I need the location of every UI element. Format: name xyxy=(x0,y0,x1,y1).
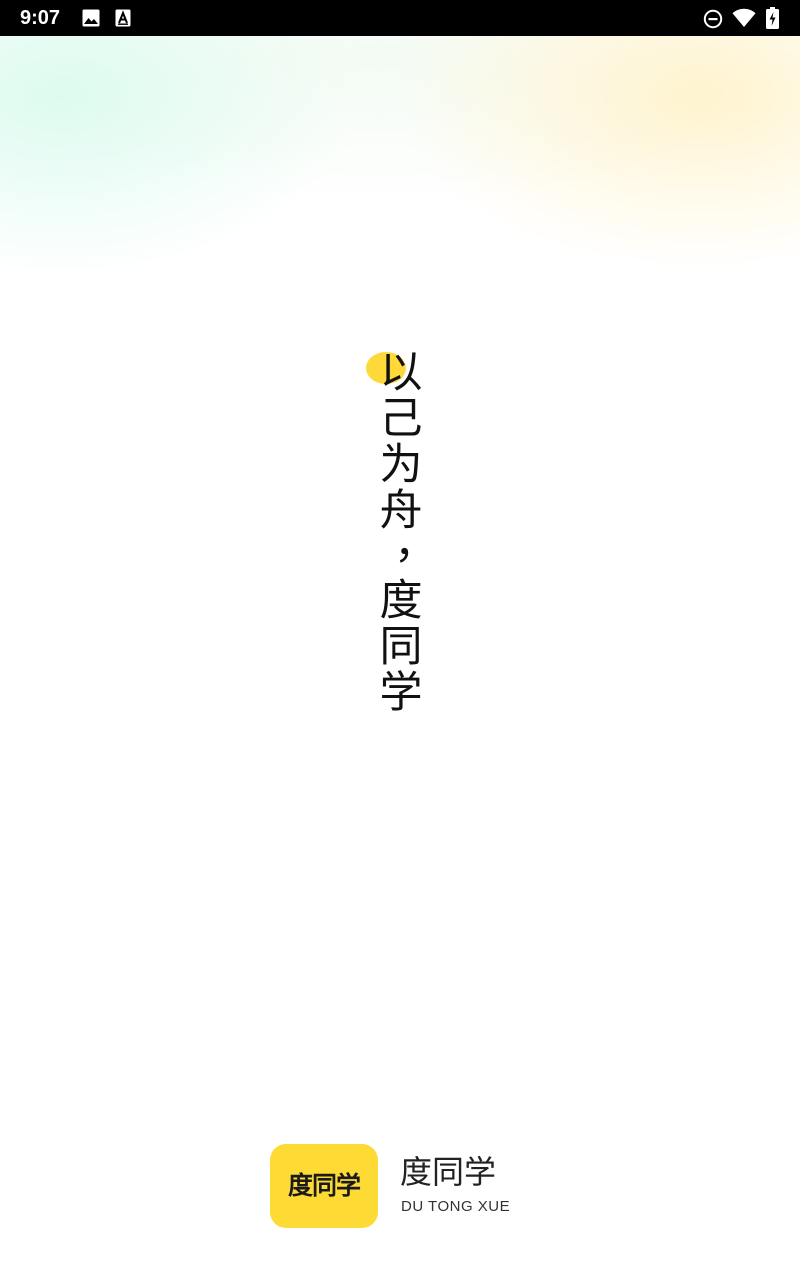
slogan-char: 度 xyxy=(379,576,423,626)
slogan-comma: ， xyxy=(394,519,437,569)
slogan-char: 同 xyxy=(379,622,423,672)
status-bar: 9:07 xyxy=(0,0,800,36)
slogan-char: 学 xyxy=(379,668,423,718)
status-time: 9:07 xyxy=(20,7,61,29)
slogan-char: 以 xyxy=(379,348,423,398)
do-not-disturb-icon xyxy=(703,9,723,29)
brand-name: 度同学 xyxy=(400,1153,497,1191)
wifi-icon xyxy=(732,8,756,28)
app-logo-text: 度同学 xyxy=(287,1171,361,1200)
app-logo: 度同学 xyxy=(270,1144,378,1228)
brand-footer: 度同学 度同学 DU TONG XUE xyxy=(270,1144,540,1228)
battery-charging-icon xyxy=(766,7,779,29)
slogan-char: 为 xyxy=(379,440,423,490)
slogan-char: 己 xyxy=(379,394,423,444)
slogan-vertical: 以 己 为 舟 ， 度 同 学 xyxy=(366,348,437,718)
background-gradient xyxy=(0,36,800,376)
image-icon xyxy=(82,9,100,27)
text-a-icon xyxy=(115,9,131,27)
splash-screen: 9:07 以 己 为 舟 ， 度 同 学 度同学 度同学 DU TONG XUE xyxy=(0,0,800,1280)
brand-subtitle: DU TONG XUE xyxy=(401,1198,511,1215)
